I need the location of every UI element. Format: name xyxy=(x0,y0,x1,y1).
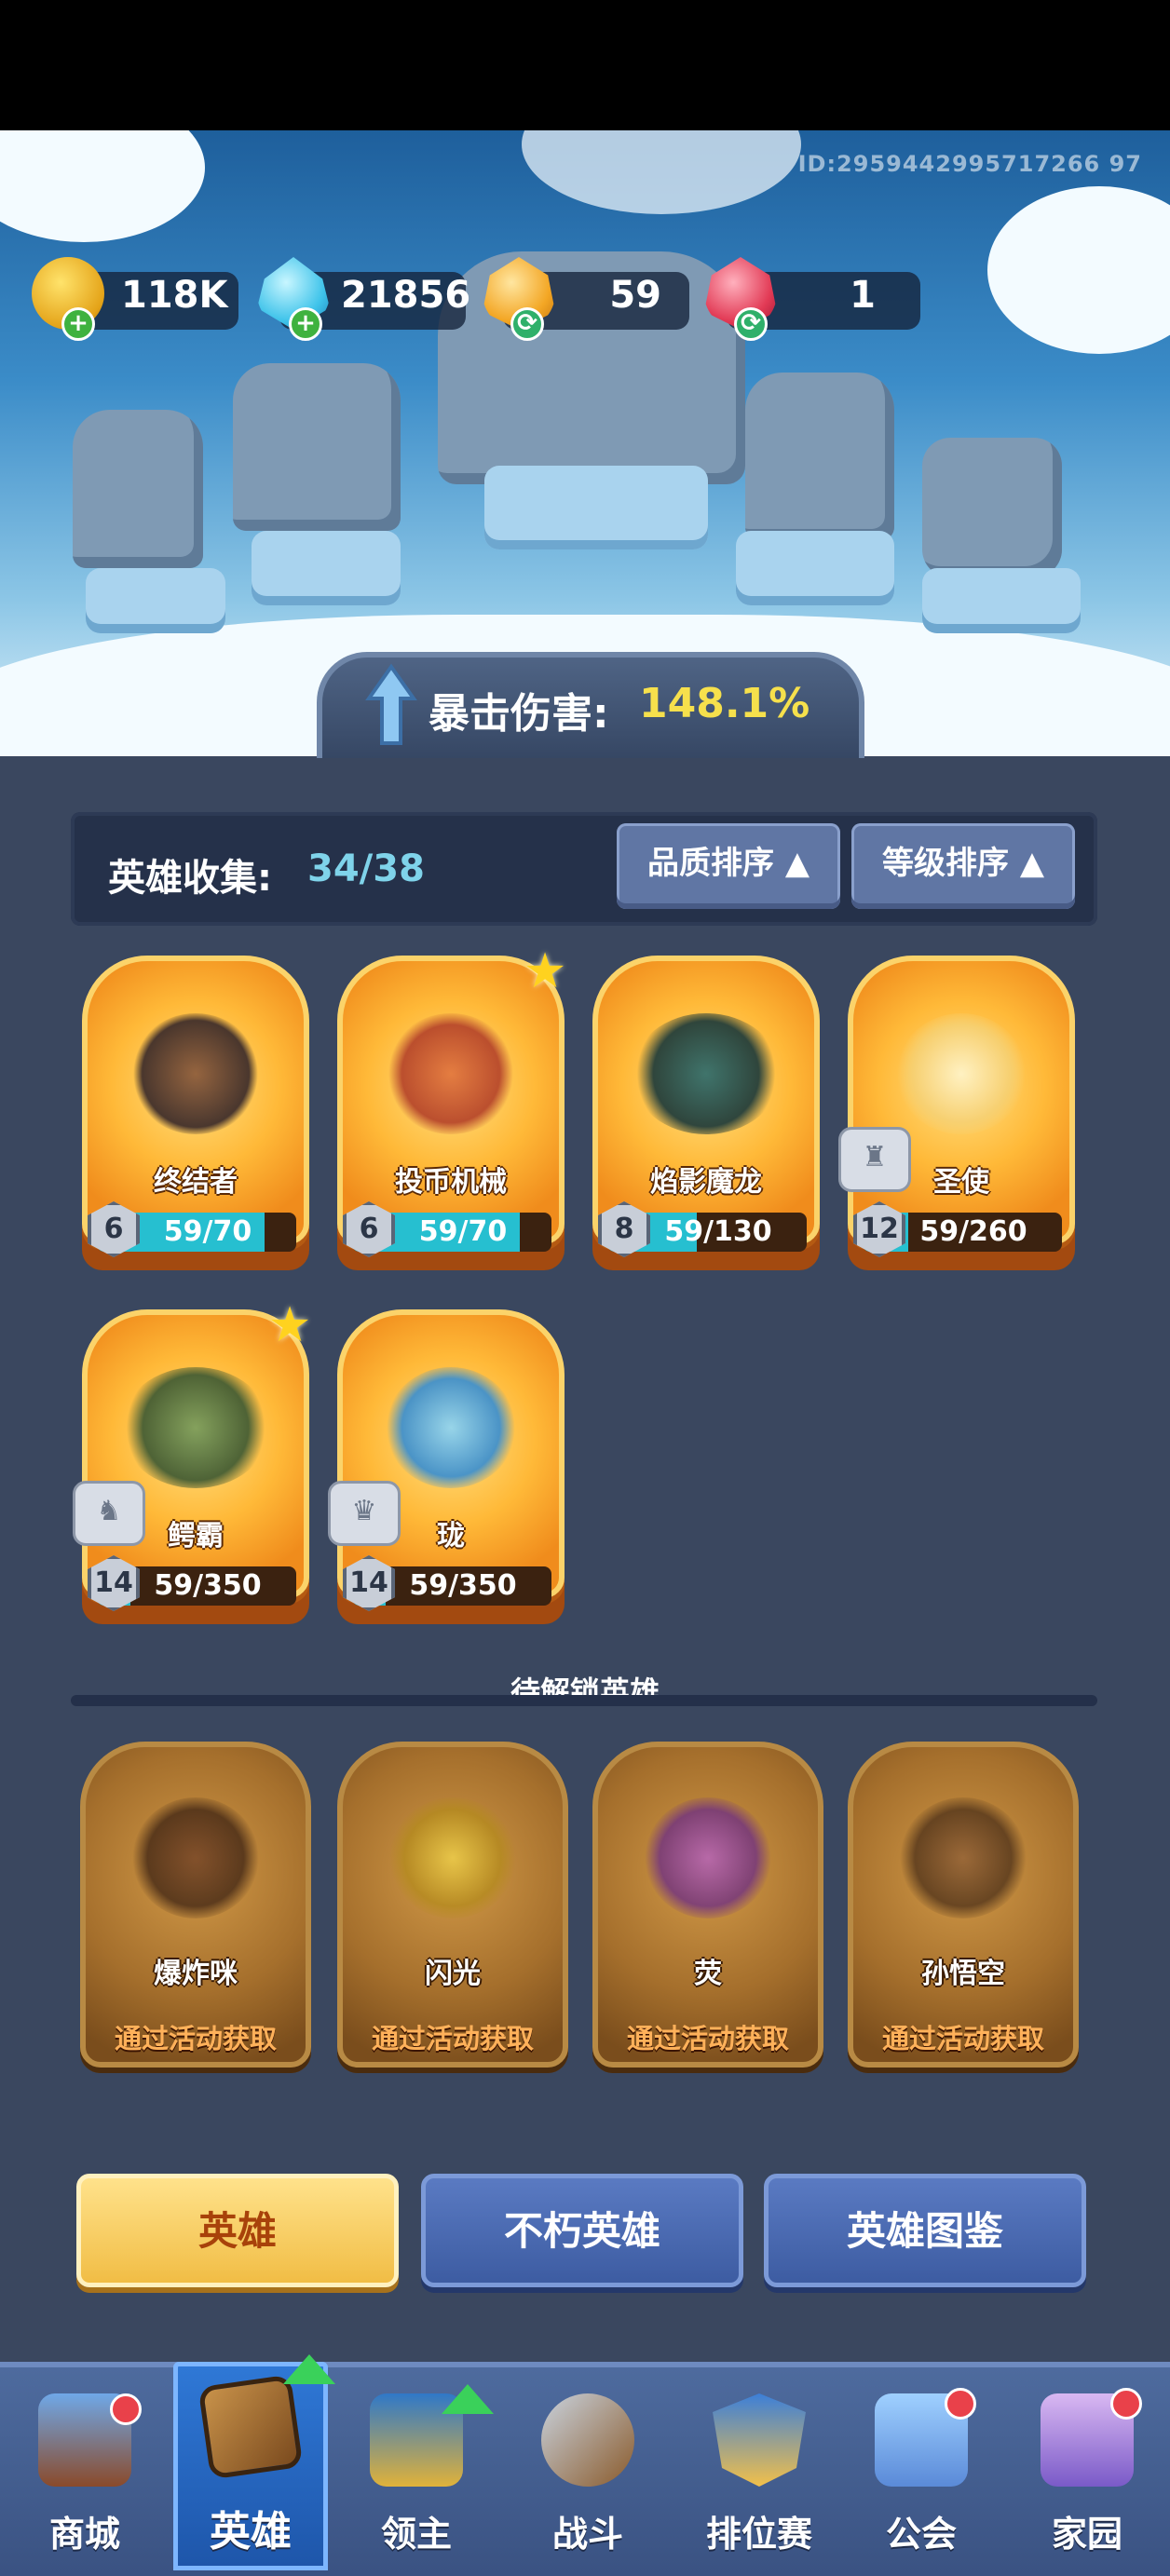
statue-pedestal xyxy=(922,568,1081,633)
nav-label: 公会 xyxy=(885,2514,957,2555)
nav-label: 排位赛 xyxy=(705,2514,812,2555)
hero-name: 荧 xyxy=(694,1958,722,1990)
add-diamond-icon[interactable]: + xyxy=(289,307,322,341)
obtain-hint: 通过活动获取 xyxy=(626,2023,789,2054)
gold-amount: 118K xyxy=(121,274,228,317)
player-id: ID:2959442995717266 97 xyxy=(797,151,1142,177)
snow-decoration xyxy=(522,130,801,214)
hero-name: 闪光 xyxy=(425,1958,481,1990)
nav-label: 战斗 xyxy=(551,2514,623,2555)
hero-portrait xyxy=(900,1797,1027,1918)
nav-lord[interactable]: 领主 xyxy=(337,2384,496,2570)
upgrade-arrow-icon xyxy=(283,2354,335,2384)
star-icon: ★ xyxy=(267,1297,312,1353)
nav-label: 领主 xyxy=(380,2514,452,2555)
hero-portrait xyxy=(132,1797,259,1918)
hero-portrait xyxy=(645,1797,771,1918)
statue-wolf xyxy=(233,363,401,531)
crit-damage-value: 148.1% xyxy=(639,680,810,727)
ranked-shield-icon xyxy=(713,2393,806,2487)
nav-label: 英雄 xyxy=(210,2508,292,2556)
nav-label: 商城 xyxy=(48,2514,120,2555)
diamond-amount: 21856 xyxy=(341,274,471,317)
red-gem-amount: 1 xyxy=(850,274,876,317)
nav-heroes[interactable]: 英雄 xyxy=(171,2354,335,2556)
locked-hero-card[interactable]: 闪光 通过活动获取 xyxy=(337,1742,568,2075)
notification-dot-icon xyxy=(110,2393,142,2425)
sort-by-quality-button[interactable]: 品质排序 ▲ xyxy=(617,823,840,909)
notification-dot-icon xyxy=(1110,2388,1142,2420)
collection-count: 34/38 xyxy=(307,847,425,890)
sort-by-level-button[interactable]: 等级排序 ▲ xyxy=(851,823,1075,909)
statue-pedestal xyxy=(736,531,894,605)
nav-home[interactable]: 家园 xyxy=(1008,2384,1166,2570)
hero-card-icon xyxy=(197,2374,304,2480)
obtain-hint: 通过活动获取 xyxy=(114,2023,277,2054)
hero-name: 焰影魔龙 xyxy=(650,1166,762,1199)
hero-card[interactable]: 焰影魔龙 59/130 8 xyxy=(592,956,820,1270)
hero-portrait xyxy=(896,1013,1027,1134)
tab-heroes[interactable]: 英雄 xyxy=(76,2174,399,2287)
orange-gem-amount: 59 xyxy=(609,274,661,317)
hero-progress: 59/70 xyxy=(163,1215,252,1248)
exchange-red-icon[interactable]: ⟳ xyxy=(734,307,768,341)
hero-portrait xyxy=(386,1367,516,1488)
sort-quality-label: 品质排序 xyxy=(647,845,774,882)
upgrade-arrow-icon xyxy=(442,2384,494,2414)
snow-decoration xyxy=(987,186,1170,354)
collection-label: 英雄收集: xyxy=(108,857,272,900)
obtain-hint: 通过活动获取 xyxy=(881,2023,1044,2054)
hero-name: 投币机械 xyxy=(395,1166,507,1199)
hero-name: 孙悟空 xyxy=(921,1958,1005,1990)
locked-hero-card[interactable]: 孙悟空 通过活动获取 xyxy=(848,1742,1079,2075)
hero-card[interactable]: 圣使 59/260 12 ♜ xyxy=(838,956,1075,1270)
statue-robot xyxy=(922,438,1062,577)
hero-card[interactable]: 终结者 59/70 6 xyxy=(82,956,309,1270)
nav-guild[interactable]: 公会 xyxy=(842,2384,1000,2570)
rank-badge-icon: ♞ xyxy=(73,1481,145,1546)
section-divider xyxy=(71,1695,1097,1706)
statue-warrior xyxy=(73,410,203,568)
hero-card[interactable]: 珑 59/350 14 ♛ xyxy=(328,1309,565,1624)
statue-pedestal xyxy=(484,466,708,549)
exchange-orange-icon[interactable]: ⟳ xyxy=(510,307,544,341)
hero-name: 终结者 xyxy=(154,1166,238,1199)
hero-card[interactable]: 鳄霸 59/350 14 ★ ♞ xyxy=(73,1300,311,1624)
locked-hero-card[interactable]: 荧 通过活动获取 xyxy=(592,1742,823,2075)
crit-damage-label: 暴击伤害: xyxy=(429,690,609,738)
rank-badge-icon: ♛ xyxy=(328,1481,401,1546)
battle-sword-icon xyxy=(541,2393,634,2487)
obtain-hint: 通过活动获取 xyxy=(371,2023,534,2054)
hero-portrait xyxy=(386,1013,516,1134)
sort-level-label: 等级排序 xyxy=(882,845,1009,882)
notification-dot-icon xyxy=(945,2388,976,2420)
locked-hero-card[interactable]: 爆炸咪 通过活动获取 xyxy=(80,1742,311,2075)
hero-name: 爆炸咪 xyxy=(154,1958,238,1990)
hero-card[interactable]: 投币机械 59/70 6 ★ xyxy=(337,946,566,1270)
status-bar xyxy=(0,0,1170,130)
nav-battle[interactable]: 战斗 xyxy=(509,2384,667,2570)
statue-pedestal xyxy=(86,568,225,633)
hero-progress: 59/260 xyxy=(919,1215,1027,1248)
statue-bust xyxy=(745,373,894,540)
hero-progress: 59/130 xyxy=(664,1215,772,1248)
hero-portrait xyxy=(632,1013,781,1134)
add-gold-icon[interactable]: + xyxy=(61,307,95,341)
nav-shop[interactable]: 商城 xyxy=(6,2384,164,2570)
hero-progress: 59/70 xyxy=(418,1215,508,1248)
rank-badge-icon: ♜ xyxy=(838,1127,911,1192)
nav-label: 家园 xyxy=(1051,2514,1122,2555)
hero-portrait xyxy=(121,1367,270,1488)
hero-portrait xyxy=(130,1013,261,1134)
up-arrow-icon xyxy=(365,663,417,747)
tab-immortal-heroes[interactable]: 不朽英雄 xyxy=(421,2174,743,2287)
snow-decoration xyxy=(0,130,205,242)
nav-ranked[interactable]: 排位赛 xyxy=(680,2384,838,2570)
tab-hero-codex[interactable]: 英雄图鉴 xyxy=(764,2174,1086,2287)
hero-portrait xyxy=(389,1797,516,1918)
hero-progress: 59/350 xyxy=(409,1569,517,1602)
statue-pedestal xyxy=(252,531,401,605)
star-icon: ★ xyxy=(523,943,567,999)
hero-progress: 59/350 xyxy=(154,1569,262,1602)
